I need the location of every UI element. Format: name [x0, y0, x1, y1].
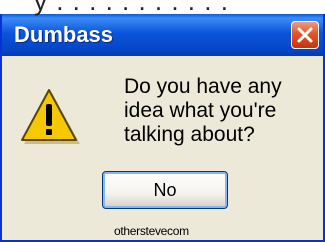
dialog-message: Do you have any idea what you're talking…	[124, 75, 324, 147]
watermark-text: otherstevecom	[114, 224, 189, 238]
window-title: Dumbass	[14, 22, 114, 47]
close-button[interactable]	[291, 21, 319, 49]
title-bar[interactable]: Dumbass	[2, 14, 323, 56]
dialog-window: Dumbass Do you have any idea what you're…	[0, 14, 325, 242]
message-line: Do you have any	[124, 75, 282, 98]
no-button[interactable]: No	[102, 171, 228, 209]
warning-icon	[18, 87, 80, 145]
message-line: idea what you're	[124, 99, 277, 122]
message-line: talking about?	[124, 123, 255, 146]
close-icon	[292, 22, 318, 48]
background-text-fragment: y . . . . . . . . . . .	[34, 0, 229, 16]
screenshot-stage: Dumbass Do you have any idea what you're…	[0, 0, 325, 242]
